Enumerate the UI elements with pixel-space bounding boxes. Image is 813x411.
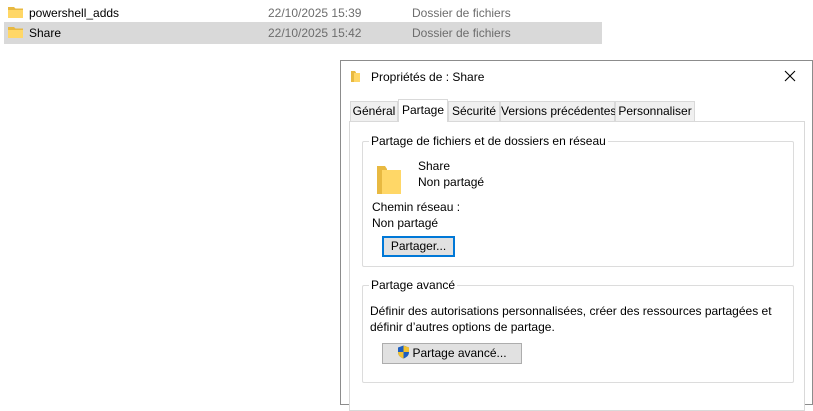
network-path-value: Non partagé — [372, 216, 439, 230]
file-row-share[interactable]: Share 22/10/2025 15:42 Dossier de fichie… — [4, 22, 602, 44]
title-bar[interactable]: Propriétés de : Share — [341, 61, 812, 93]
share-button[interactable]: Partager... — [382, 236, 455, 257]
tab-label: Versions précédentes — [501, 104, 617, 118]
folder-icon — [351, 71, 360, 82]
advanced-sharing-button-label: Partage avancé... — [412, 346, 507, 360]
folder-name: Share — [418, 159, 451, 173]
tab-versions-precedentes[interactable]: Versions précédentes — [500, 101, 617, 121]
folder-icon — [8, 7, 23, 18]
group-label: Partage de fichiers et de dossiers en ré… — [369, 134, 608, 148]
tab-label: Sécurité — [451, 104, 497, 118]
file-date: 22/10/2025 15:39 — [268, 6, 362, 20]
tab-general[interactable]: Général — [350, 101, 398, 121]
file-name: powershell_adds — [29, 6, 120, 20]
advanced-sharing-button[interactable]: Partage avancé... — [382, 343, 522, 364]
file-type: Dossier de fichiers — [412, 6, 511, 20]
tab-personnaliser[interactable]: Personnaliser — [615, 101, 695, 121]
share-status: Non partagé — [418, 175, 485, 189]
tab-partage[interactable]: Partage — [398, 99, 448, 122]
advanced-sharing-group: Partage avancé Définir des autorisations… — [362, 278, 794, 383]
share-button-label: Partager... — [390, 239, 447, 253]
advanced-sharing-description: Définir des autorisations personnalisées… — [370, 304, 772, 334]
dialog-title: Propriétés de : Share — [371, 70, 485, 84]
group-label: Partage avancé — [369, 278, 458, 292]
tab-securite[interactable]: Sécurité — [448, 101, 500, 121]
close-icon — [784, 70, 796, 82]
file-row-powershell-adds[interactable]: powershell_adds 22/10/2025 15:39 Dossier… — [4, 2, 602, 24]
tab-label: Partage — [401, 103, 445, 117]
network-sharing-group: Partage de fichiers et de dossiers en ré… — [362, 134, 794, 267]
close-button[interactable] — [768, 61, 812, 93]
file-date: 22/10/2025 15:42 — [268, 26, 362, 40]
tab-panel-partage: Partage de fichiers et de dossiers en ré… — [349, 121, 805, 411]
tab-label: Personnaliser — [618, 104, 692, 118]
network-path-label: Chemin réseau : — [372, 200, 461, 214]
file-name: Share — [29, 26, 62, 40]
uac-shield-icon — [398, 345, 410, 359]
tab-label: Général — [352, 104, 396, 118]
folder-icon — [8, 27, 23, 38]
file-type: Dossier de fichiers — [412, 26, 511, 40]
properties-dialog: Propriétés de : Share Général Partage Sé… — [340, 60, 813, 411]
folder-icon — [377, 166, 401, 194]
